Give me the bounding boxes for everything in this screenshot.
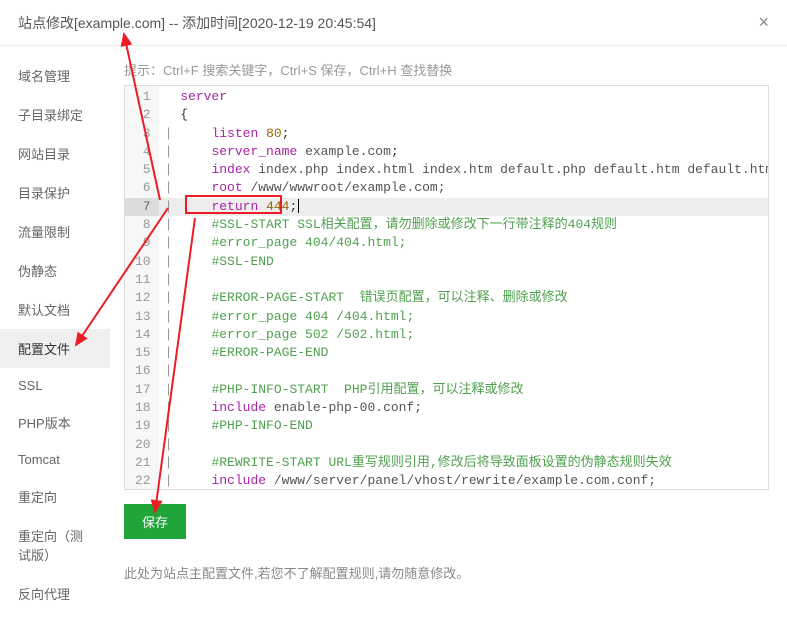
line-number: 21 bbox=[125, 454, 159, 472]
code-line[interactable]: | bbox=[159, 271, 768, 289]
code-line[interactable]: | #ERROR-PAGE-START 错误页配置，可以注释、删除或修改 bbox=[159, 289, 768, 307]
sidebar-item-8[interactable]: SSL bbox=[0, 368, 110, 403]
code-line[interactable]: | index index.php index.html index.htm d… bbox=[159, 161, 768, 179]
sidebar-item-9[interactable]: PHP版本 bbox=[0, 403, 110, 442]
code-line[interactable]: | #PHP-INFO-START PHP引用配置，可以注释或修改 bbox=[159, 381, 768, 399]
line-number: 15 bbox=[125, 344, 159, 362]
modal-title: 站点修改[example.com] -- 添加时间[2020-12-19 20:… bbox=[18, 13, 376, 33]
close-icon[interactable]: × bbox=[758, 12, 769, 33]
sidebar-item-3[interactable]: 目录保护 bbox=[0, 173, 110, 212]
sidebar-item-6[interactable]: 默认文档 bbox=[0, 290, 110, 329]
line-number: 9 bbox=[125, 234, 159, 252]
line-number: 20 bbox=[125, 436, 159, 454]
line-number: 5 bbox=[125, 161, 159, 179]
modal-body: 域名管理子目录绑定网站目录目录保护流量限制伪静态默认文档配置文件SSLPHP版本… bbox=[0, 46, 787, 613]
line-number: 10 bbox=[125, 253, 159, 271]
code-line[interactable]: | #REWRITE-START URL重写规则引用,修改后将导致面板设置的伪静… bbox=[159, 454, 768, 472]
code-line[interactable]: | #error_page 404 /404.html; bbox=[159, 308, 768, 326]
code-line[interactable]: | include enable-php-00.conf; bbox=[159, 399, 768, 417]
code-line[interactable]: | #error_page 502 /502.html; bbox=[159, 326, 768, 344]
code-line[interactable]: | #SSL-START SSL相关配置，请勿删除或修改下一行带注释的404规则 bbox=[159, 216, 768, 234]
line-number: 16 bbox=[125, 362, 159, 380]
modal-header: 站点修改[example.com] -- 添加时间[2020-12-19 20:… bbox=[0, 0, 787, 46]
site-edit-modal: 站点修改[example.com] -- 添加时间[2020-12-19 20:… bbox=[0, 0, 787, 613]
sidebar-item-2[interactable]: 网站目录 bbox=[0, 134, 110, 173]
sidebar-item-13[interactable]: 反向代理 bbox=[0, 574, 110, 613]
sidebar-item-5[interactable]: 伪静态 bbox=[0, 251, 110, 290]
sidebar-item-10[interactable]: Tomcat bbox=[0, 442, 110, 477]
code-line[interactable]: | #error_page 404/404.html; bbox=[159, 234, 768, 252]
line-number: 3 bbox=[125, 125, 159, 143]
editor-hint: 提示：Ctrl+F 搜索关键字，Ctrl+S 保存，Ctrl+H 查找替换 bbox=[124, 60, 769, 79]
sidebar-item-0[interactable]: 域名管理 bbox=[0, 56, 110, 95]
code-line[interactable]: | #SSL-END bbox=[159, 253, 768, 271]
main-panel: 提示：Ctrl+F 搜索关键字，Ctrl+S 保存，Ctrl+H 查找替换 12… bbox=[110, 46, 787, 613]
code-line[interactable]: | root /www/wwwroot/example.com; bbox=[159, 179, 768, 197]
code-line[interactable]: | include /www/server/panel/vhost/rewrit… bbox=[159, 472, 768, 489]
line-number: 14 bbox=[125, 326, 159, 344]
sidebar-item-11[interactable]: 重定向 bbox=[0, 477, 110, 516]
save-button[interactable]: 保存 bbox=[124, 504, 186, 539]
line-number: 1 bbox=[125, 88, 159, 106]
config-editor[interactable]: 12345678910111213141516171819202122 serv… bbox=[124, 85, 769, 490]
code-line[interactable]: | server_name example.com; bbox=[159, 143, 768, 161]
code-line[interactable]: | bbox=[159, 362, 768, 380]
code-line[interactable]: | #ERROR-PAGE-END bbox=[159, 344, 768, 362]
code-line[interactable]: | listen 80; bbox=[159, 125, 768, 143]
line-number: 2 bbox=[125, 106, 159, 124]
line-number: 8 bbox=[125, 216, 159, 234]
line-number: 12 bbox=[125, 289, 159, 307]
line-number: 4 bbox=[125, 143, 159, 161]
code-line[interactable]: | #PHP-INFO-END bbox=[159, 417, 768, 435]
line-number: 6 bbox=[125, 179, 159, 197]
line-number: 11 bbox=[125, 271, 159, 289]
code-line[interactable]: | bbox=[159, 436, 768, 454]
sidebar-item-12[interactable]: 重定向（测试版） bbox=[0, 516, 110, 574]
line-number: 18 bbox=[125, 399, 159, 417]
text-cursor bbox=[298, 199, 299, 213]
editor-code[interactable]: server {| listen 80;| server_name exampl… bbox=[159, 86, 768, 489]
line-number: 17 bbox=[125, 381, 159, 399]
sidebar-item-7[interactable]: 配置文件 bbox=[0, 329, 110, 368]
line-number: 22 bbox=[125, 472, 159, 490]
line-number: 7 bbox=[125, 198, 159, 216]
footer-note: 此处为站点主配置文件,若您不了解配置规则,请勿随意修改。 bbox=[124, 563, 769, 582]
code-line[interactable]: server bbox=[159, 88, 768, 106]
editor-gutter: 12345678910111213141516171819202122 bbox=[125, 86, 159, 489]
line-number: 13 bbox=[125, 308, 159, 326]
code-line[interactable]: | return 444; bbox=[159, 198, 768, 216]
sidebar-item-1[interactable]: 子目录绑定 bbox=[0, 95, 110, 134]
sidebar: 域名管理子目录绑定网站目录目录保护流量限制伪静态默认文档配置文件SSLPHP版本… bbox=[0, 46, 110, 613]
code-line[interactable]: { bbox=[159, 106, 768, 124]
line-number: 19 bbox=[125, 417, 159, 435]
sidebar-item-4[interactable]: 流量限制 bbox=[0, 212, 110, 251]
